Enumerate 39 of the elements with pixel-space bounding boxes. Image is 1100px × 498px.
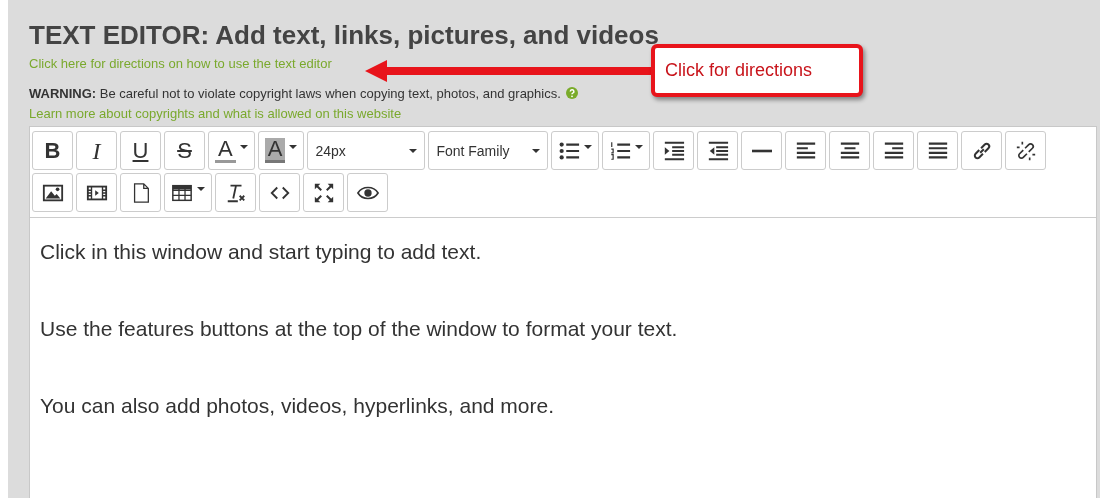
editor-paragraph: Click in this window and start typing to add text. xyxy=(40,240,483,264)
underline-button[interactable]: U xyxy=(120,131,161,170)
strikethrough-button[interactable]: S xyxy=(164,131,205,170)
horizontal-rule-button[interactable] xyxy=(741,131,783,170)
horizontal-rule-icon xyxy=(750,148,773,153)
outdent-icon xyxy=(706,139,729,162)
unlink-icon xyxy=(1014,139,1037,162)
clear-format-button[interactable] xyxy=(215,173,256,212)
image-button[interactable] xyxy=(32,173,73,212)
fullscreen-icon xyxy=(312,181,335,204)
align-center-button[interactable] xyxy=(829,131,871,170)
align-right-button[interactable] xyxy=(873,131,915,170)
callout-label: Click for directions xyxy=(651,44,863,97)
indent-button[interactable] xyxy=(653,131,695,170)
align-left-button[interactable] xyxy=(785,131,827,170)
font-family-select[interactable]: Font Family xyxy=(428,131,549,170)
text-color-button[interactable]: A xyxy=(208,131,255,170)
editor-paragraph: You can also add photos, videos, hyperlinks, and more. xyxy=(40,394,556,418)
link-button[interactable] xyxy=(961,131,1003,170)
italic-button[interactable]: I xyxy=(76,131,117,170)
outdent-button[interactable] xyxy=(697,131,739,170)
justify-button[interactable] xyxy=(917,131,959,170)
code-button[interactable] xyxy=(259,173,300,212)
indent-icon xyxy=(662,139,685,162)
numbered-list-button[interactable] xyxy=(602,131,651,170)
bold-button[interactable]: B xyxy=(32,131,73,170)
numbered-list-icon xyxy=(609,139,632,162)
page-button[interactable] xyxy=(120,173,161,212)
fullscreen-button[interactable] xyxy=(303,173,344,212)
editor-paragraph: Use the features buttons at the top of the window to format your text. xyxy=(40,317,679,341)
highlight-color-button[interactable]: A xyxy=(257,131,305,170)
unlink-button[interactable] xyxy=(1005,131,1047,170)
font-size-select[interactable]: 24px xyxy=(307,131,426,170)
help-icon[interactable] xyxy=(565,87,578,99)
eye-button[interactable] xyxy=(347,173,388,212)
film-button[interactable] xyxy=(76,173,117,212)
table-button[interactable] xyxy=(164,173,212,212)
warning-text: WARNING: Be careful not to violate copyright laws when copying text, photos, and graphics. xyxy=(29,85,561,101)
bullet-list-button[interactable] xyxy=(551,131,600,170)
